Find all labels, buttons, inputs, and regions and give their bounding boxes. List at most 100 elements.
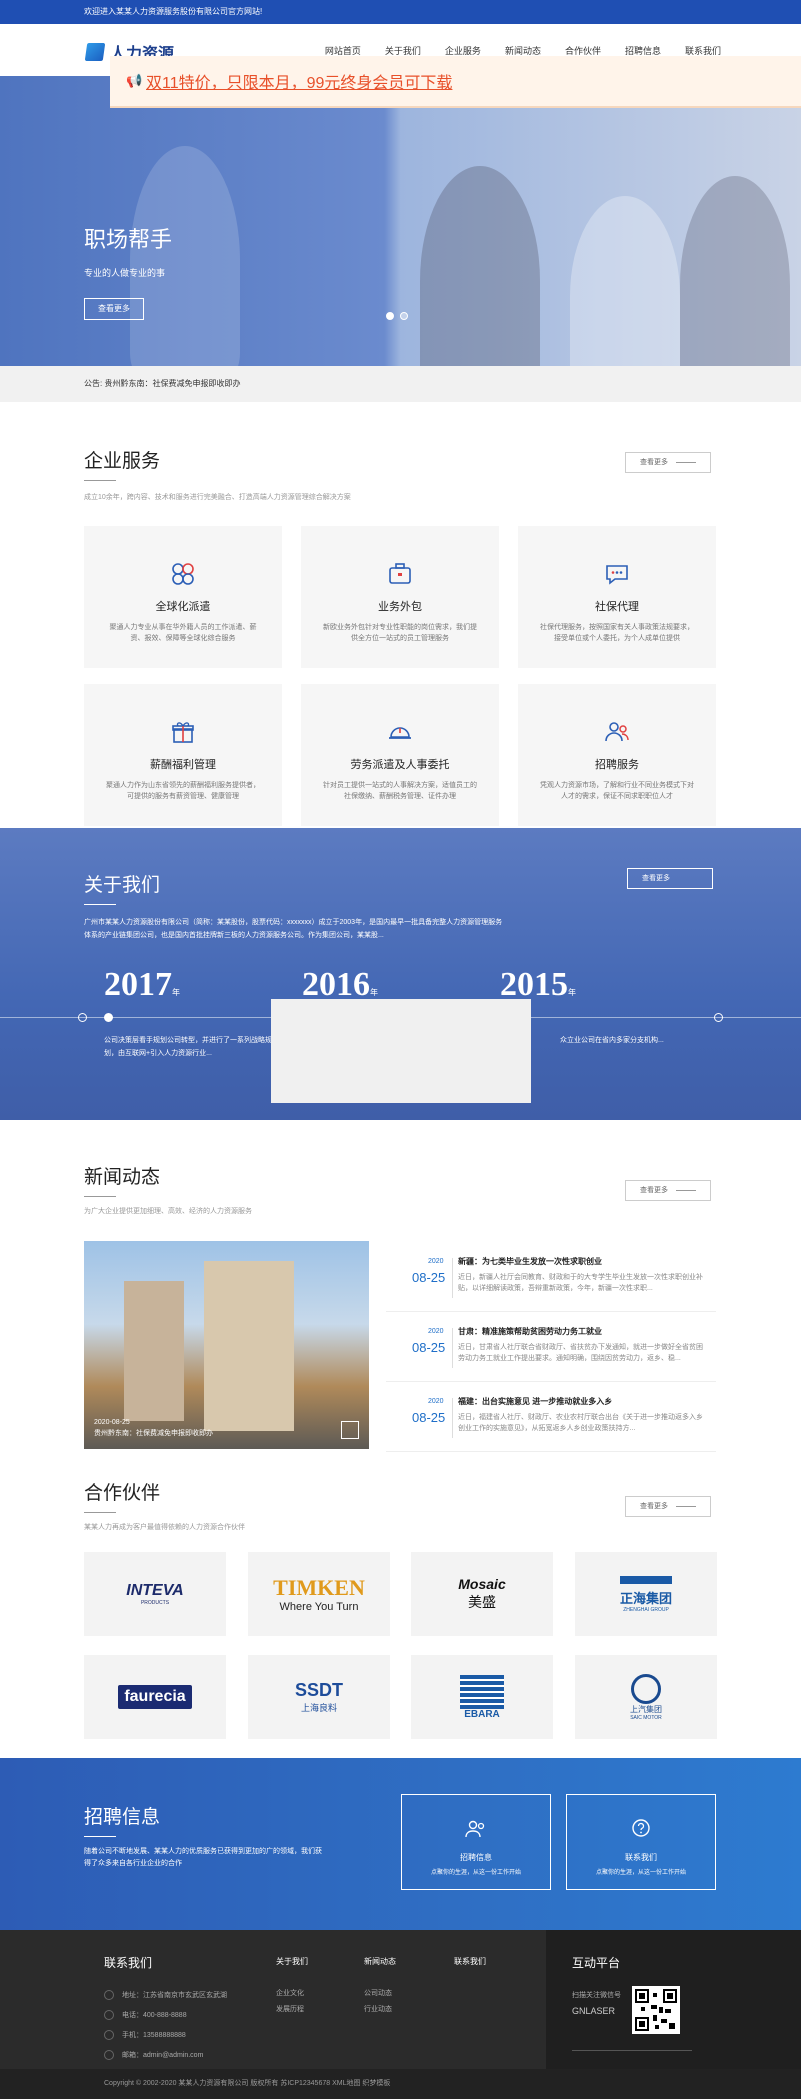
partner-logo[interactable]: SSDT 上海良料 — [248, 1655, 390, 1739]
footer-contact-item: 手机：13588888888 — [104, 2030, 186, 2040]
wechat-qr-code — [632, 1986, 680, 2034]
qr-code-icon — [635, 1989, 677, 2031]
timeline-next-arrow[interactable] — [714, 1013, 723, 1022]
partner-logo[interactable]: EBARA — [411, 1655, 553, 1739]
news-item[interactable]: 2020 08-25 甘肃：精准施策帮助贫困劳动力务工就业 近日，甘肃省人社厅联… — [386, 1324, 716, 1382]
partner-logo[interactable]: Mosaic 美盛 — [411, 1552, 553, 1636]
box-subtitle: 点聚你的生涯，从这一份工作开始 — [595, 1870, 686, 1876]
slider-dots — [386, 312, 408, 320]
service-card[interactable]: 招聘服务 凭观人力资源市场，了解和行业不同业务模式下对人才的需求，保证不同求职职… — [518, 684, 716, 826]
title-underline — [84, 1512, 116, 1513]
partners-more-button[interactable]: 查看更多 — [625, 1496, 711, 1517]
service-card[interactable]: 社保代理 社保代理服务，按照国家有关人事政策法规要求，接受单位或个人委托，为个人… — [518, 526, 716, 668]
hero-person-shape — [570, 196, 680, 366]
mobile-icon — [104, 2030, 114, 2040]
service-title: 招聘服务 — [595, 759, 639, 771]
news-title[interactable]: 福建：出台实施意见 进一步推动就业多入乡 — [458, 1396, 612, 1407]
briefcase-icon — [389, 563, 411, 584]
hero-title: 职场帮手 — [84, 227, 173, 252]
services-more-button[interactable]: 查看更多 — [625, 452, 711, 473]
footer-contact-item: 地址：江苏省南京市玄武区玄武湖 — [104, 1990, 227, 2000]
timeline-prev-arrow[interactable] — [78, 1013, 87, 1022]
section-title: 新闻动态 — [84, 1167, 161, 1188]
divider — [386, 1381, 716, 1382]
people-icon — [465, 1820, 485, 1838]
divider — [386, 1311, 716, 1312]
service-title: 社保代理 — [595, 601, 639, 613]
partner-logo[interactable]: 上汽集团 SAIC MOTOR — [575, 1655, 717, 1739]
year-value: 2015 — [500, 966, 568, 1003]
section-title: 招聘信息 — [84, 1807, 161, 1828]
timeline-year: 2017年 — [104, 966, 180, 1004]
news-item[interactable]: 2020 08-25 福建：出台实施意见 进一步推动就业多入乡 近日，福建省人社… — [386, 1394, 716, 1452]
contact-box[interactable]: 联系我们 点聚你的生涯，从这一份工作开始 — [566, 1794, 716, 1890]
service-card[interactable]: 全球化派遣 聚通人力专业从事在华外籍人员的工作派遣、薪资、报效、保障等全球化综合… — [84, 526, 282, 668]
recruit-info-box[interactable]: 招聘信息 点聚你的生涯，从这一份工作开始 — [401, 1794, 551, 1890]
saic-logo: 上汽集团 — [630, 1704, 662, 1714]
news-item[interactable]: 2020 08-25 新疆：为七类毕业生发放一次性求职创业 近日，新疆人社厅会同… — [386, 1254, 716, 1312]
section-title: 企业服务 — [84, 451, 161, 472]
year-value: 2016 — [302, 966, 370, 1003]
notice-bar: 公告: 贵州黔东南：社保费减免申报即收即办 — [0, 366, 801, 402]
timeline-dot[interactable] — [104, 1013, 113, 1022]
hero-more-button[interactable]: 查看更多 — [84, 298, 144, 320]
services-section: 企业服务 成立10余年，跨内容、技术和服务进行完美融合、打造高端人力资源管理综合… — [0, 402, 801, 830]
hero-person-shape — [420, 166, 540, 366]
footer-link[interactable]: 发展历程 — [276, 2004, 304, 2014]
news-title[interactable]: 甘肃：精准施策帮助贫困劳动力务工就业 — [458, 1326, 602, 1337]
box-title: 招聘信息 — [460, 1853, 492, 1862]
footer-col-title[interactable]: 新闻动态 — [364, 1956, 396, 1967]
about-more-button[interactable]: 查看更多 — [627, 868, 713, 889]
slider-dot-1[interactable] — [386, 312, 394, 320]
news-summary: 近日，福建省人社厅、财政厅、农业农村厅联合出台《关于进一步推动返多入乡创业工作的… — [458, 1414, 703, 1432]
service-card[interactable]: 劳务派遣及人事委托 针对员工提供一站式的人事解决方案，适值员工的社保缴纳、薪酬税… — [301, 684, 499, 826]
footer-contact-title: 联系我们 — [104, 1956, 153, 1970]
slider-dot-2[interactable] — [400, 312, 408, 320]
section-title: 合作伙伴 — [84, 1483, 161, 1504]
news-year: 2020 — [428, 1258, 444, 1265]
news-date: 08-25 — [412, 1410, 446, 1425]
service-desc: 聚通人力作为山东省领先的薪酬福利服务提供者，可提供的服务有薪资管理、健康管理 — [106, 782, 260, 800]
notice-text[interactable]: 公告: 贵州黔东南：社保费减免申报即收即办 — [84, 379, 240, 388]
footer-col-title[interactable]: 关于我们 — [276, 1956, 308, 1967]
partner-logo[interactable]: faurecia — [84, 1655, 226, 1739]
building-shape — [124, 1281, 184, 1421]
divider — [572, 2050, 692, 2051]
ssdt-logo: SSDT — [294, 1680, 343, 1700]
news-summary: 近日，甘肃省人社厅联合省财政厅、省扶贫办下发通知，就进一步做好全省贫困劳动力务工… — [458, 1344, 703, 1362]
featured-news-image[interactable]: 2020-08-25 贵州黔东南：社保费减免申报即收即办 — [84, 1241, 369, 1449]
arrow-icon[interactable] — [341, 1421, 359, 1439]
promo-banner[interactable]: 📢 双11特价，只限本月，99元终身会员可下载 — [110, 56, 801, 108]
partner-logo[interactable]: INTEVA PRODUCTS — [84, 1552, 226, 1636]
footer-contact-text: 手机：13588888888 — [122, 2032, 186, 2039]
section-desc: 为广大企业提供更加细理、高效、经济的人力资源服务 — [84, 1208, 252, 1215]
promo-text[interactable]: 双11特价，只限本月，99元终身会员可下载 — [146, 69, 452, 93]
footer-link[interactable]: 公司动态 — [364, 1988, 392, 1998]
partner-logo[interactable]: 正海集团 ZHENGHAI GROUP — [575, 1552, 717, 1636]
question-icon — [632, 1819, 650, 1837]
title-underline — [84, 1196, 116, 1197]
saic-mark-icon — [631, 1673, 661, 1704]
section-desc: 某某人力再成为客户最值得依赖的人力资源合作伙伴 — [84, 1524, 245, 1531]
recruit-section: 招聘信息 随着公司不断地发展、某某人力的优质服务已获得到更加的广的领域，我们获得… — [0, 1758, 801, 1930]
service-card[interactable]: 薪酬福利管理 聚通人力作为山东省领先的薪酬福利服务提供者，可提供的服务有薪资管理… — [84, 684, 282, 826]
partner-logo[interactable]: TIMKEN Where You Turn — [248, 1552, 390, 1636]
service-card[interactable]: 业务外包 新欧业务外包针对专业性职能的岗位需求，我们提供全方位一站式的员工管理服… — [301, 526, 499, 668]
footer-col-title[interactable]: 联系我们 — [454, 1956, 486, 1967]
footer-contact-item: 电话：400-888-8888 — [104, 2010, 187, 2020]
news-more-button[interactable]: 查看更多 — [625, 1180, 711, 1201]
mail-icon — [104, 2050, 114, 2060]
partner-logo-sub: SAIC MOTOR — [630, 1714, 662, 1721]
service-desc: 凭观人力资源市场，了解和行业不同业务模式下对人才的需求，保证不同求职职位人才 — [540, 782, 694, 800]
footer-link[interactable]: 企业文化 — [276, 1988, 304, 1998]
featured-news-title: 贵州黔东南：社保费减免申报即收即办 — [94, 1430, 213, 1437]
news-title[interactable]: 新疆：为七类毕业生发放一次性求职创业 — [458, 1256, 602, 1267]
faurecia-logo: faurecia — [118, 1685, 192, 1709]
footer-link[interactable]: 行业动态 — [364, 2004, 392, 2014]
year-value: 2017 — [104, 966, 172, 1003]
footer-platform-title: 互动平台 — [572, 1956, 621, 1970]
popup-overlay-box — [271, 999, 531, 1103]
section-desc: 成立10余年，跨内容、技术和服务进行完美融合、打造高端人力资源管理综合解决方案 — [84, 494, 351, 501]
service-title: 劳务派遣及人事委托 — [350, 759, 450, 771]
top-welcome-bar: 欢迎进入某某人力资源服务股份有限公司官方网站! — [0, 0, 801, 24]
